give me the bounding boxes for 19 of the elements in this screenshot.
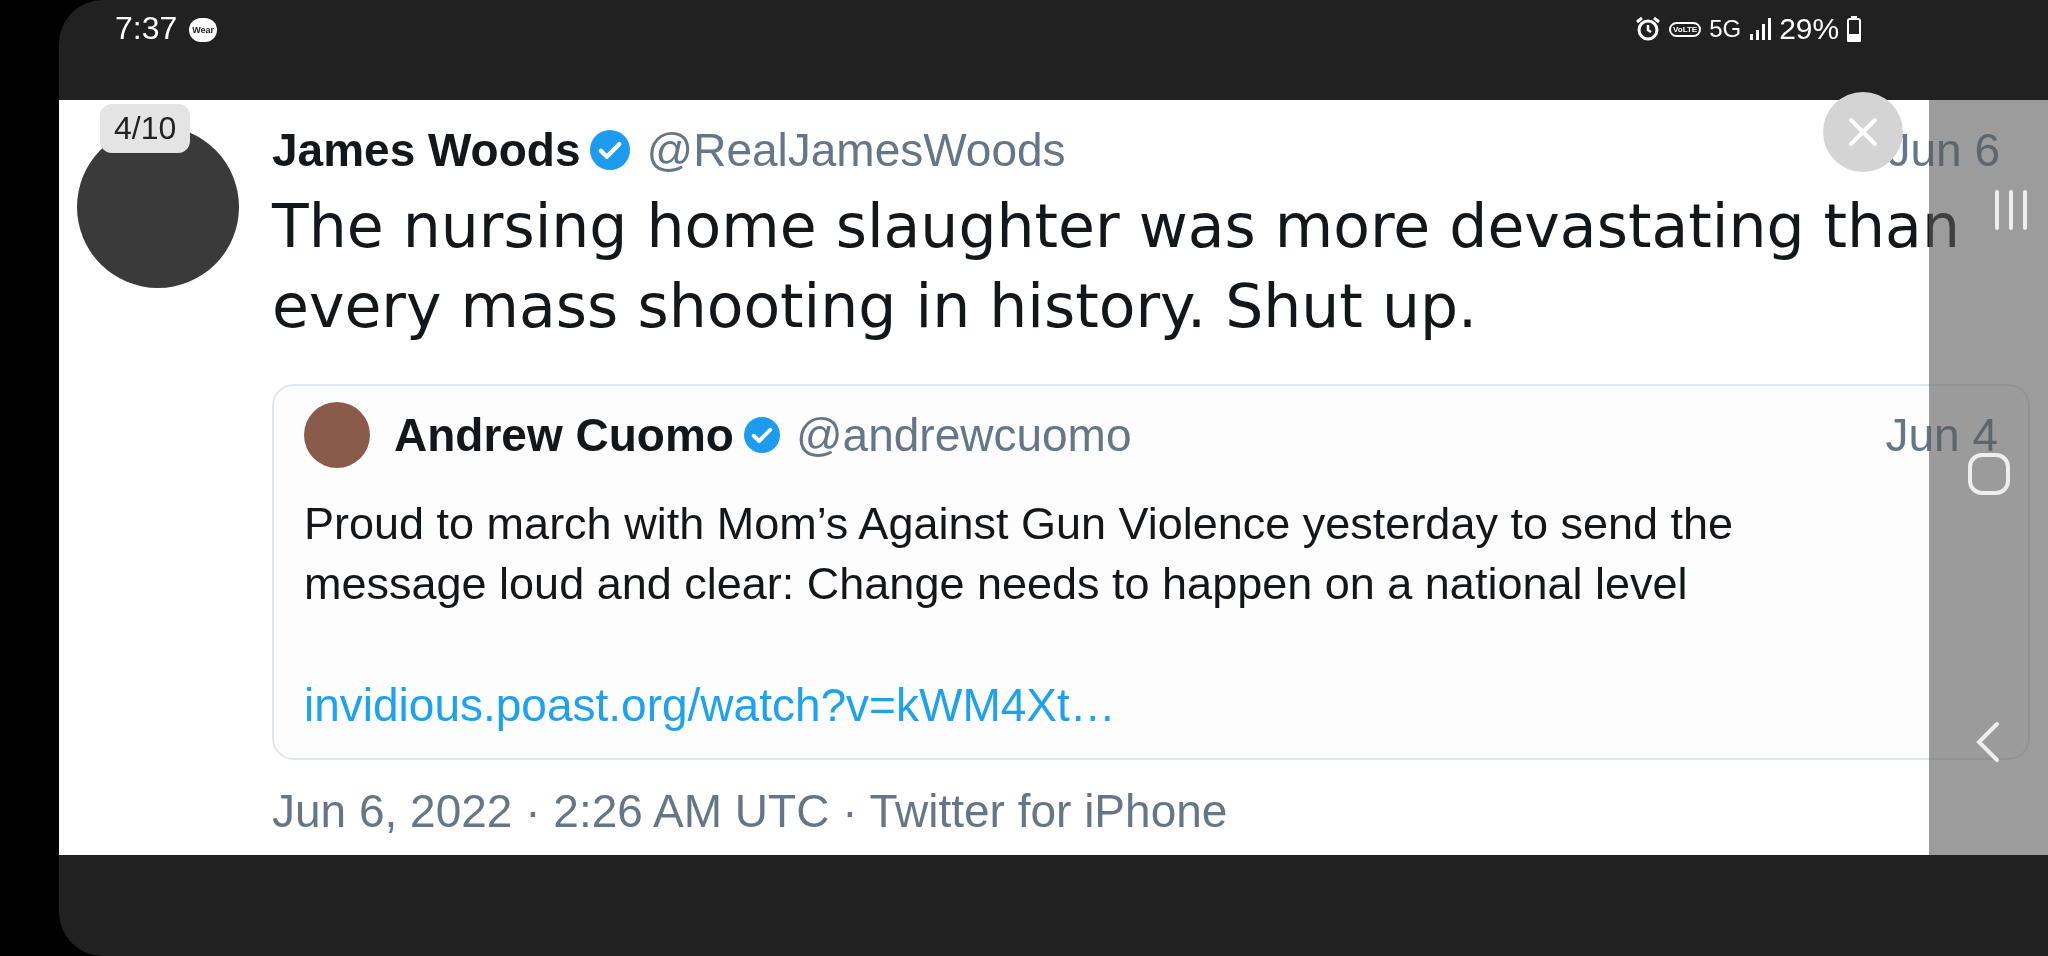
author-name: Andrew Cuomo <box>394 408 734 462</box>
signal-icon <box>1749 18 1772 40</box>
quoted-tweet-text: Proud to march with Mom’s Against Gun Violence yesterday to send the message loud and clear: Change needs to happen on a national level <box>304 497 1735 611</box>
tweet-date: Jun 6 <box>1887 123 2000 177</box>
battery-icon <box>1847 16 1862 42</box>
battery-percent: 29% <box>1779 12 1840 46</box>
network-type: 5G <box>1709 15 1742 43</box>
author-handle: @RealJamesWoods <box>646 123 1066 177</box>
author-handle: @andrewcuomo <box>795 408 1132 462</box>
author-name: James Woods <box>272 123 581 177</box>
tweet-text: The nursing home slaughter was more devastating than every mass shooting in history. Shut up. <box>272 190 1961 343</box>
tweet-timestamp: Jun 6, 2022 · 2:26 AM UTC · Twitter for iPhone <box>272 784 1229 838</box>
clock-time: 7:37 <box>115 10 178 47</box>
volte-indicator: VoLTE <box>1669 21 1702 37</box>
alarm-icon <box>1635 16 1661 42</box>
close-icon <box>1846 115 1880 149</box>
notification-badge: Wear <box>189 18 218 42</box>
image-counter: 4/10 <box>100 104 191 153</box>
video-link[interactable]: invidious.poast.org/watch?v=kWM4Xt… <box>304 678 1116 732</box>
